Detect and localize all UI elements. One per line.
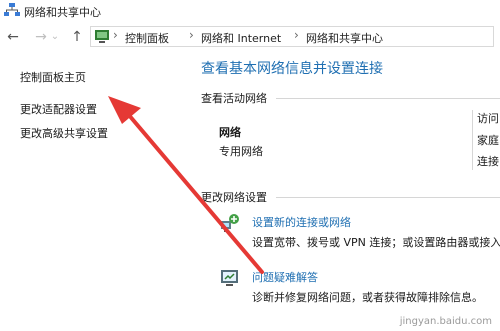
network-center-icon xyxy=(4,3,20,16)
address-bar[interactable]: › 控制面板 › 网络和 Internet › 网络和共享中心 xyxy=(90,26,494,47)
watermark: jingyan.baidu.com xyxy=(399,316,492,327)
breadcrumb-network-center[interactable]: 网络和共享中心 xyxy=(306,30,383,46)
breadcrumb-control-panel[interactable]: 控制面板 xyxy=(125,30,169,46)
column-divider xyxy=(472,110,473,170)
section-divider xyxy=(276,197,500,198)
active-networks-label: 查看活动网络 xyxy=(201,92,267,105)
network-name: 网络 xyxy=(219,126,241,139)
recent-dropdown-icon[interactable]: ⌄ xyxy=(50,28,60,46)
change-network-settings-label: 更改网络设置 xyxy=(201,191,267,204)
window-title: 网络和共享中心 xyxy=(24,6,101,19)
sidebar: 控制面板主页 更改适配器设置 更改高级共享设置 xyxy=(0,50,190,331)
title-bar: 网络和共享中心 xyxy=(0,0,500,22)
back-button[interactable]: ← xyxy=(4,28,22,46)
setup-new-connection-link[interactable]: 设置新的连接或网络 xyxy=(252,214,351,230)
breadcrumb-separator: › xyxy=(189,28,194,42)
troubleshoot-icon xyxy=(221,270,238,286)
section-divider xyxy=(276,98,500,99)
breadcrumb-separator: › xyxy=(113,28,118,42)
forward-button[interactable]: → xyxy=(32,28,50,46)
access-type-label: 访问 xyxy=(477,112,499,125)
page-title: 查看基本网络信息并设置连接 xyxy=(201,61,383,77)
troubleshoot-problems-link[interactable]: 问题疑难解答 xyxy=(252,269,318,285)
connections-label: 连接 xyxy=(477,155,499,168)
homegroup-label: 家庭 xyxy=(477,134,499,147)
sidebar-item-change-advanced-sharing[interactable]: 更改高级共享设置 xyxy=(20,125,108,141)
new-connection-icon xyxy=(221,214,239,232)
breadcrumb-network-internet[interactable]: 网络和 Internet xyxy=(201,30,281,46)
setup-new-connection-description: 设置宽带、拨号或 VPN 连接；或设置路由器或接入 xyxy=(252,236,500,249)
navigation-bar: ← → ⌄ ↑ › 控制面板 › 网络和 Internet › 网络和共享中心 xyxy=(0,24,500,50)
main-content: 查看基本网络信息并设置连接 查看活动网络 网络 专用网络 访问 家庭 连接 更改… xyxy=(190,50,500,331)
sidebar-item-control-panel-home[interactable]: 控制面板主页 xyxy=(20,69,86,85)
control-panel-icon xyxy=(95,30,109,43)
network-type: 专用网络 xyxy=(219,145,263,158)
sidebar-item-change-adapter-settings[interactable]: 更改适配器设置 xyxy=(20,101,97,117)
breadcrumb-separator: › xyxy=(294,28,299,42)
up-button[interactable]: ↑ xyxy=(68,28,86,46)
troubleshoot-problems-description: 诊断并修复网络问题，或者获得故障排除信息。 xyxy=(252,291,483,304)
